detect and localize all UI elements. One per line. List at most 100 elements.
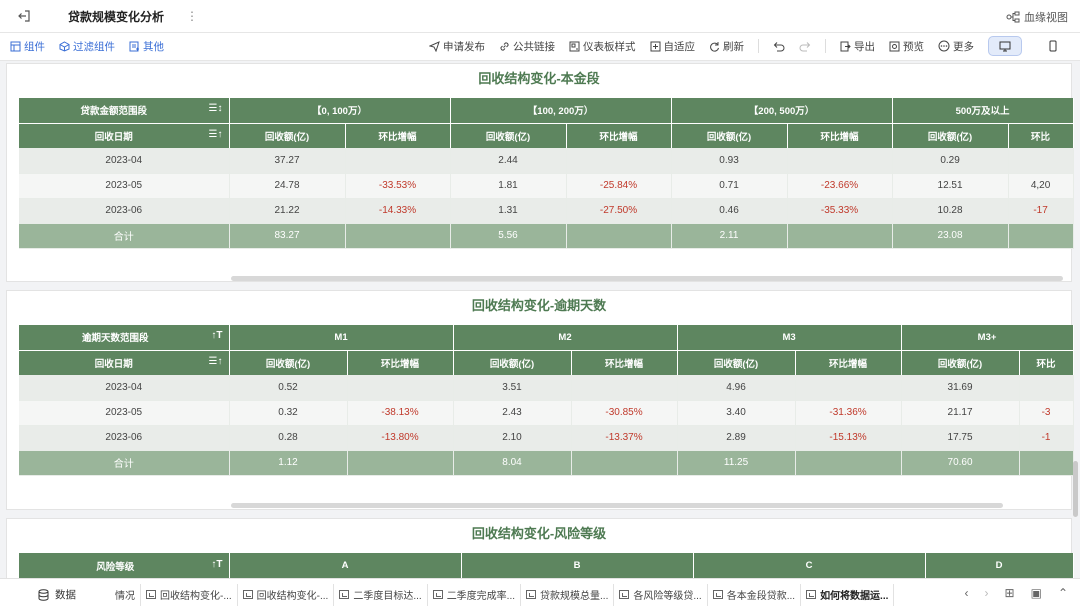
sort-icon[interactable]: ↑T — [211, 559, 222, 570]
table-cell — [571, 375, 678, 401]
redo-button[interactable] — [799, 41, 811, 52]
chart-component-icon — [339, 590, 350, 599]
tab-scroll-left-icon[interactable]: ‹ — [965, 586, 969, 600]
lineage-icon — [1006, 11, 1020, 23]
other-button[interactable]: 其他 — [129, 39, 164, 54]
table-cell: 2.43 — [453, 400, 572, 426]
table-cell: -38.13% — [347, 400, 454, 426]
table-cell: 23.08 — [892, 223, 1009, 249]
table-cell: -27.50% — [566, 198, 672, 224]
component-tab[interactable]: 回收结构变化-... — [141, 583, 238, 606]
horizontal-scrollbar[interactable] — [231, 503, 1003, 508]
chart-component-icon — [619, 590, 630, 599]
table-cell: 2023-04 — [19, 375, 230, 401]
table-cell: 2.10 — [453, 425, 572, 451]
collapse-sidebar-button[interactable] — [0, 9, 48, 23]
dashboard-style-label: 仪表板样式 — [583, 40, 636, 53]
request-publish-label: 申请发布 — [443, 40, 485, 53]
component-tab[interactable]: 回收结构变化-... — [238, 583, 335, 606]
component-tab-active[interactable]: 如何将数据运... — [801, 583, 895, 606]
component-icon — [10, 41, 21, 52]
public-link-button[interactable]: 公共链接 — [499, 39, 555, 54]
more-button[interactable]: 更多 — [938, 39, 974, 54]
table-cell: 2.44 — [450, 148, 567, 174]
preview-icon — [889, 41, 900, 51]
table-row: 2023-06 21.22 -14.33% 1.31 -27.50% 0.46 … — [19, 198, 1074, 224]
filter-component-button[interactable]: 过滤组件 — [59, 39, 115, 54]
table-cell — [1019, 450, 1074, 476]
sort-icon[interactable]: ↑T — [211, 330, 222, 341]
public-link-label: 公共链接 — [513, 40, 555, 53]
undo-button[interactable] — [773, 41, 785, 52]
table-cell: 10.28 — [892, 198, 1009, 224]
component-tab[interactable]: 情况 — [110, 583, 141, 606]
adaptive-icon — [650, 41, 660, 51]
export-button[interactable]: 导出 — [840, 39, 875, 54]
component-tab[interactable]: 贷款规模总量... — [521, 583, 615, 606]
component-tab[interactable]: 各本金段贷款... — [708, 583, 802, 606]
header-cell[interactable]: 回收日期 ☰↑ — [19, 122, 230, 148]
component-tab[interactable]: 二季度完成率... — [428, 583, 522, 606]
more-options-icon[interactable]: ⋮ — [186, 9, 198, 23]
desktop-view-toggle[interactable] — [988, 36, 1022, 56]
dashboard-style-button[interactable]: 仪表板样式 — [569, 39, 636, 54]
table-cell — [345, 223, 451, 249]
request-publish-button[interactable]: 申请发布 — [429, 39, 485, 54]
table-cell: -1 — [1019, 425, 1074, 451]
adaptive-button[interactable]: 自适应 — [650, 39, 696, 54]
header-cell: 【100, 200万） — [450, 98, 672, 123]
principal-segment-table-widget[interactable]: 回收结构变化-本金段 贷款金额范围段 ☰↕ 【0, 100万） 【100, 200… — [6, 63, 1074, 282]
header-cell[interactable]: 风险等级 ↑T — [19, 553, 230, 578]
refresh-button[interactable]: 刷新 — [709, 39, 744, 54]
table-cell: -30.85% — [571, 400, 678, 426]
adaptive-label: 自适应 — [663, 40, 696, 53]
table-cell: 0.52 — [229, 375, 348, 401]
table-cell: -31.36% — [795, 400, 902, 426]
table-cell: -3 — [1019, 400, 1074, 426]
table-cell: 5.56 — [450, 223, 567, 249]
overdue-days-table-widget[interactable]: 回收结构变化-逾期天数 逾期天数范围段 ↑T M1 M2 M3 M3+ 回收日期 ☰… — [6, 290, 1074, 510]
header-cell: 环比增幅 — [787, 122, 893, 148]
mobile-view-toggle[interactable] — [1036, 36, 1070, 56]
header-cell: 环比 — [1019, 349, 1074, 375]
table-cell: -13.80% — [347, 425, 454, 451]
data-tab[interactable]: 数据 — [38, 587, 110, 602]
table-cell: 31.69 — [901, 375, 1020, 401]
collapse-up-icon[interactable]: ⌃ — [1058, 586, 1068, 600]
export-label: 导出 — [854, 40, 875, 53]
table-cell: 0.29 — [892, 148, 1009, 174]
table-cell: -14.33% — [345, 198, 451, 224]
component-label: 组件 — [24, 41, 45, 53]
save-tab-icon[interactable]: ▣ — [1031, 586, 1042, 600]
header-cell: 环比增幅 — [347, 349, 454, 375]
tab-scroll-right-icon[interactable]: › — [985, 586, 989, 600]
lineage-view-button[interactable]: 血缘视图 — [1006, 9, 1068, 25]
table-cell: 2023-05 — [19, 400, 230, 426]
table-cell: -23.66% — [787, 173, 893, 199]
header-cell: 环比增幅 — [571, 349, 678, 375]
header-cell[interactable]: 贷款金额范围段 ☰↕ — [19, 98, 230, 123]
table-cell — [347, 450, 454, 476]
vertical-scrollbar[interactable] — [1073, 461, 1078, 517]
sort-icon[interactable]: ☰↑ — [209, 129, 223, 140]
widget-title: 回收结构变化-逾期天数 — [471, 298, 607, 313]
component-tab[interactable]: 二季度目标达... — [334, 583, 428, 606]
header-cell[interactable]: 回收日期 ☰↑ — [19, 349, 230, 375]
risk-level-table-widget[interactable]: 回收结构变化-风险等级 风险等级 ↑T A B C D — [6, 518, 1074, 578]
table-cell: 11.25 — [677, 450, 796, 476]
header-cell[interactable]: 逾期天数范围段 ↑T — [19, 325, 230, 350]
table-cell: -33.53% — [345, 173, 451, 199]
add-component-icon[interactable]: ⊞ — [1005, 586, 1015, 600]
table-cell: 0.46 — [671, 198, 788, 224]
component-tab[interactable]: 各风险等级贷... — [614, 583, 708, 606]
header-cell: 回收额(亿) — [229, 349, 348, 375]
component-button[interactable]: 组件 — [10, 39, 45, 54]
table-cell — [795, 375, 902, 401]
total-row: 合计 83.27 5.56 2.11 23.08 — [19, 223, 1074, 249]
table-cell: 12.51 — [892, 173, 1009, 199]
sort-icon[interactable]: ☰↕ — [209, 103, 223, 114]
sort-icon[interactable]: ☰↑ — [209, 356, 223, 367]
preview-button[interactable]: 预览 — [889, 39, 924, 54]
horizontal-scrollbar[interactable] — [231, 276, 1063, 281]
header-cell: 回收额(亿) — [450, 122, 567, 148]
